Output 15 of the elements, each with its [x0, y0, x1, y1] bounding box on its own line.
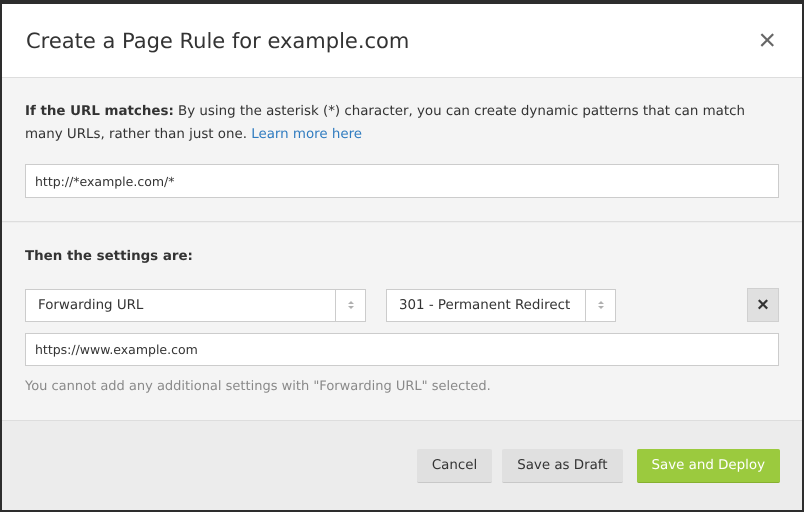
url-field[interactable]: http://*example.com/* — [25, 164, 779, 198]
setting-select[interactable]: Forwarding URL — [25, 288, 366, 322]
destination-url-field[interactable]: https://www.example.com — [25, 333, 779, 366]
settings-heading: Then the settings are: — [25, 249, 194, 264]
footer-button[interactable]: Save as Draft — [502, 448, 623, 482]
close-button[interactable]: × — [754, 26, 780, 56]
remove-button[interactable]: × — [747, 288, 779, 322]
footer-button[interactable]: Cancel — [416, 448, 492, 482]
status-code-select[interactable]: 301 - Permanent Redirect — [386, 288, 616, 322]
settings-note: You cannot add any additional settings with "Forwarding URL" selected. — [25, 379, 492, 394]
dialog-title: Create a Page Rule for example.com — [26, 28, 410, 52]
learn-more-link[interactable]: Learn more here — [251, 127, 362, 142]
intro-text: If the URL matches: By using the asterisk (*) character, you can create dynamic patterns that can match many URLs, rather than just one. Learn more here — [25, 103, 746, 144]
sort-arrows-icon — [346, 299, 354, 311]
sort-arrows-icon — [596, 299, 604, 311]
